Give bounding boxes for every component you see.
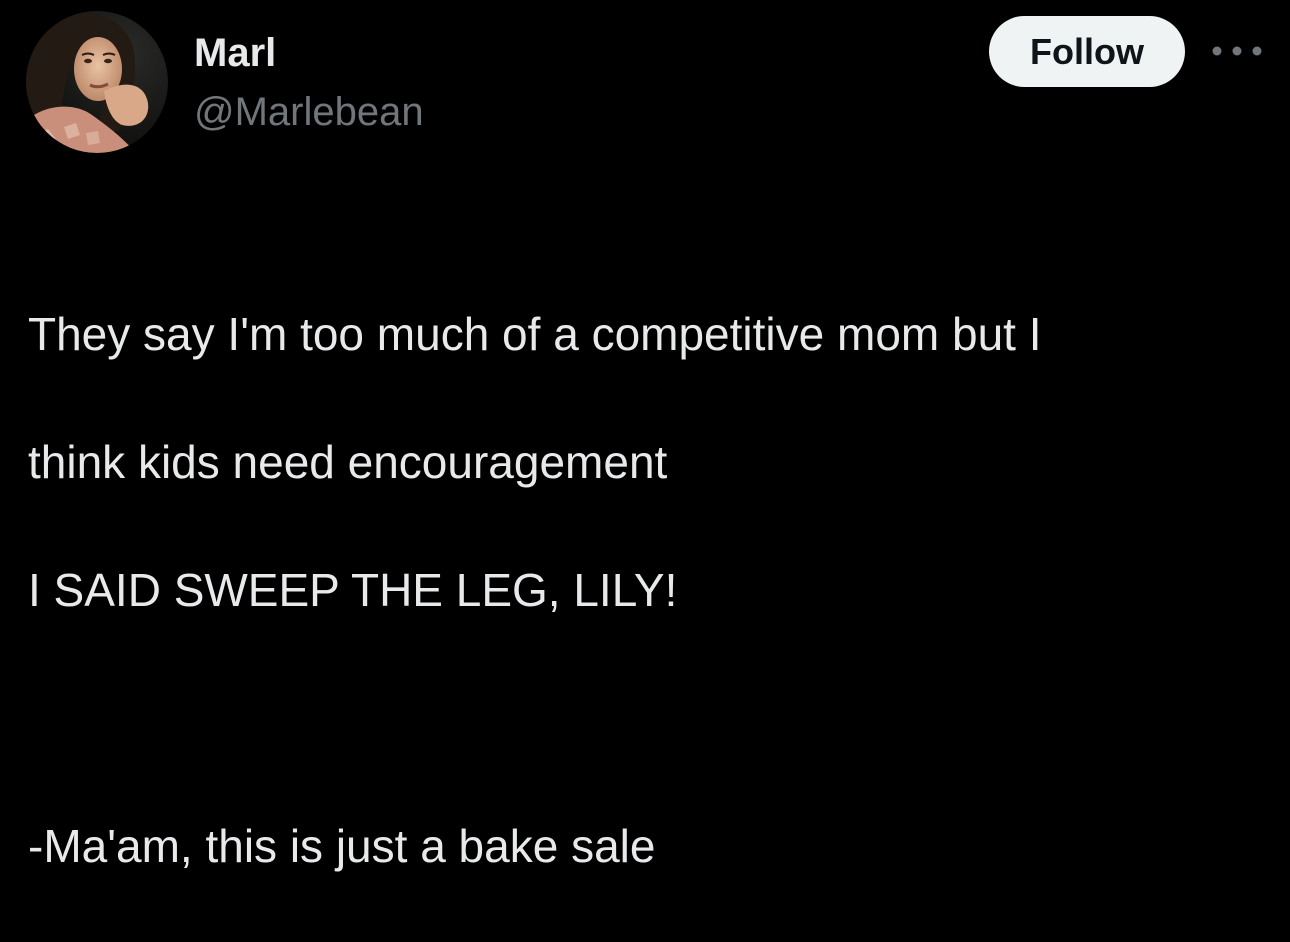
tweet-card: Marl @Marlebean Follow They say I'm too … <box>0 0 1290 872</box>
tweet-text: They say I'm too much of a competitive m… <box>28 238 1268 942</box>
tweet-text-line: I SAID SWEEP THE LEG, LILY! <box>28 564 678 616</box>
avatar-photo-icon <box>26 11 168 153</box>
tweet-text-line: They say I'm too much of a competitive m… <box>28 308 1042 360</box>
tweet-text-line: -Ma'am, this is just a bake sale <box>28 820 656 872</box>
author-handle[interactable]: @Marlebean <box>194 89 424 135</box>
more-dots-icon <box>1212 46 1262 56</box>
follow-button[interactable]: Follow <box>989 16 1185 87</box>
more-options-button[interactable] <box>1209 36 1265 66</box>
avatar[interactable] <box>26 11 168 153</box>
author-display-name[interactable]: Marl <box>194 30 276 76</box>
tweet-text-line: think kids need encouragement <box>28 436 668 488</box>
